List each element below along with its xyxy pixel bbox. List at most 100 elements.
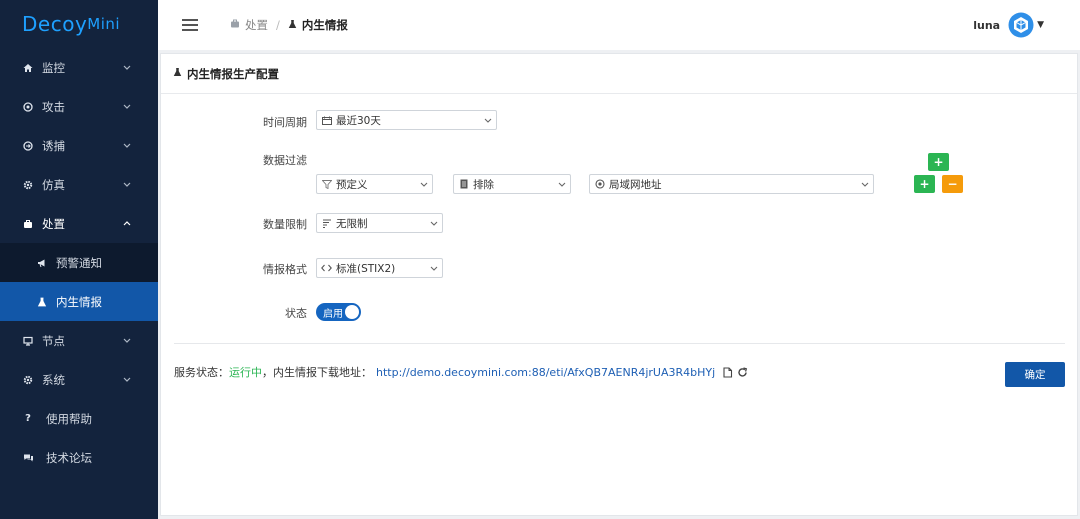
sidebar-item-nodes[interactable]: 节点 [0,321,158,360]
flask-icon [288,19,297,32]
sign-in-icon [20,140,36,151]
avatar [1008,12,1034,38]
sidebar-item-label: 内生情报 [56,294,102,309]
bullhorn-icon [34,258,50,268]
chevron-down-icon [426,266,442,271]
service-status: 服务状态： 运行中 ，内生情报下载地址： http://demo.decoymi… [174,364,748,380]
sidebar-item-label: 预警通知 [56,255,102,270]
sidebar-item-system[interactable]: 系统 [0,360,158,399]
chevron-down-icon [122,180,132,190]
filter-icon [321,179,332,189]
quantity-limit-select[interactable]: 无限制 [316,213,443,233]
sidebar: Decoy Mini 监控 攻击 诱捕 仿真 处置 预警通知 内生情报 节点 系… [0,0,158,519]
document-icon [458,179,469,189]
add-filter-button[interactable]: + [914,175,935,193]
sidebar-item-label: 诱捕 [42,138,65,153]
filter-type-value: 预定义 [336,178,368,191]
logo-text-main: Decoy [22,12,88,36]
flask-icon [34,297,50,307]
config-panel: 内生情报生产配置 时间周期 最近30天 数据过滤 + 预定义 排除 局域网地址 … [160,53,1078,516]
chevron-down-icon [416,182,432,187]
chevron-down-icon [122,141,132,151]
breadcrumb-separator: / [276,18,280,32]
gear-icon [20,375,36,385]
refresh-icon[interactable] [737,366,748,378]
sidebar-item-alert-notification[interactable]: 预警通知 [0,243,158,282]
cog-icon [20,180,36,190]
logo-text-sub: Mini [87,15,121,33]
breadcrumb-current-label: 内生情报 [301,18,348,32]
chevron-down-icon [480,118,496,123]
sort-icon [321,219,332,228]
sidebar-item-forum[interactable]: 技术论坛 [0,438,158,477]
target-icon [594,179,605,189]
chevron-down-icon [122,336,132,346]
chevron-down-icon [122,102,132,112]
breadcrumb: 处置 / 内生情报 [230,17,348,33]
briefcase-icon [230,19,240,31]
sidebar-item-label: 节点 [42,333,65,348]
comments-icon [20,453,36,463]
chevron-down-icon [426,221,442,226]
chevron-up-icon [122,219,132,229]
app-logo[interactable]: Decoy Mini [0,0,158,48]
sidebar-item-help[interactable]: ? 使用帮助 [0,399,158,438]
add-filter-group-button[interactable]: + [928,153,949,171]
breadcrumb-parent[interactable]: 处置 [245,17,268,33]
username: luna [973,18,1001,32]
sidebar-item-label: 使用帮助 [46,411,92,426]
briefcase-icon [20,219,36,229]
intel-format-value: 标准(STIX2) [336,262,396,275]
data-filter-label: 数据过滤 [263,154,307,167]
code-icon [321,264,332,272]
filter-mode-value: 排除 [473,178,494,191]
filter-target-value: 局域网地址 [609,178,662,191]
sidebar-item-trap[interactable]: 诱捕 [0,126,158,165]
sidebar-item-label: 监控 [42,60,65,75]
sidebar-item-label: 攻击 [42,99,65,114]
sidebar-item-disposal[interactable]: 处置 [0,204,158,243]
panel-header: 内生情报生产配置 [161,54,1077,94]
chevron-down-icon [122,63,132,73]
menu-toggle-icon[interactable] [182,19,198,31]
confirm-button[interactable]: 确定 [1005,362,1065,387]
filter-target-select[interactable]: 局域网地址 [589,174,874,194]
download-url-label: ，内生情报下载地址： [262,366,372,379]
caret-down-icon: ▼ [1037,20,1044,30]
sidebar-item-label: 处置 [42,216,65,231]
quantity-limit-value: 无限制 [336,217,368,230]
chevron-down-icon [122,375,132,385]
sidebar-item-label: 仿真 [42,177,65,192]
question-icon: ? [25,413,31,424]
filter-type-select[interactable]: 预定义 [316,174,433,194]
sidebar-submenu: 预警通知 内生情报 [0,243,158,321]
sidebar-item-label: 系统 [42,372,65,387]
flask-icon [173,67,182,80]
time-period-label: 时间周期 [263,116,307,129]
quantity-limit-label: 数量限制 [263,218,307,231]
sidebar-item-monitor[interactable]: 监控 [0,48,158,87]
intel-format-select[interactable]: 标准(STIX2) [316,258,443,278]
target-icon [20,101,36,112]
filter-mode-select[interactable]: 排除 [453,174,571,194]
status-toggle[interactable]: 启用 [316,303,361,321]
sidebar-item-simulation[interactable]: 仿真 [0,165,158,204]
sidebar-item-attack[interactable]: 攻击 [0,87,158,126]
time-period-value: 最近30天 [336,114,381,127]
chevron-down-icon [554,182,570,187]
time-period-select[interactable]: 最近30天 [316,110,497,130]
status-label: 状态 [285,307,307,320]
calendar-icon [321,116,332,125]
remove-filter-button[interactable]: − [942,175,963,193]
status-toggle-label: 启用 [323,308,343,320]
sidebar-item-endogenous-intel[interactable]: 内生情报 [0,282,158,321]
intel-format-label: 情报格式 [263,263,307,276]
panel-title: 内生情报生产配置 [187,66,279,81]
home-icon [20,63,36,73]
service-status-label: 服务状态： [174,366,229,379]
chevron-down-icon [857,182,873,187]
download-url-link[interactable]: http://demo.decoymini.com:88/eti/AfxQB7A… [376,366,715,379]
user-menu[interactable]: luna ▼ [973,12,1044,38]
toggle-knob [345,305,359,319]
copy-icon[interactable] [723,366,734,378]
